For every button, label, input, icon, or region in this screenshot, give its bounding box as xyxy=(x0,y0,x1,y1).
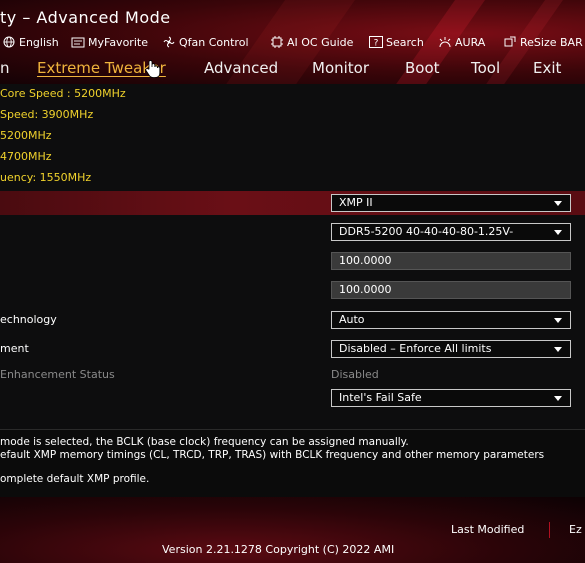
chevron-down-icon xyxy=(554,201,562,206)
toolbar-search-label: Search xyxy=(386,35,424,49)
chevron-down-icon xyxy=(554,230,562,235)
svg-text:?: ? xyxy=(374,39,379,49)
footer-bar: Last Modified Ez Version 2.21.1278 Copyr… xyxy=(0,497,585,563)
header-bar: ty – Advanced Mode English MyFavorite Qf… xyxy=(0,0,585,84)
setting-label: echnology xyxy=(0,313,57,326)
hand-cursor-icon xyxy=(144,59,162,84)
dropdown-value: DDR5-5200 40-40-40-80-1.25V- xyxy=(339,225,514,238)
menu-exit[interactable]: Exit xyxy=(533,59,561,77)
toolbar-qfan[interactable]: Qfan Control xyxy=(162,36,249,49)
help-line-2: efault XMP memory timings (CL, TRCD, TRP… xyxy=(0,449,545,461)
xmp-profile-dropdown[interactable]: DDR5-5200 40-40-40-80-1.25V- xyxy=(331,223,571,241)
toolbar-resize-bar[interactable]: ReSize BAR xyxy=(503,36,583,49)
fan-icon xyxy=(162,36,176,48)
setting-row-bclk-2[interactable]: 100.0000 xyxy=(0,278,585,302)
enhancement-status-value: Disabled xyxy=(331,368,379,381)
toolbar-myfavorite-label: MyFavorite xyxy=(88,35,148,49)
chevron-down-icon xyxy=(554,396,562,401)
setting-row-fail-safe[interactable]: Intel's Fail Safe xyxy=(0,386,585,410)
info-core-speed: Core Speed : 5200MHz xyxy=(0,87,126,100)
setting-row-xmp-profile[interactable]: DDR5-5200 40-40-40-80-1.25V- xyxy=(0,220,585,244)
setting-row-enhancement[interactable]: ment Disabled – Enforce All limits xyxy=(0,337,585,361)
menu-boot[interactable]: Boot xyxy=(405,59,440,77)
dropdown-value: Disabled – Enforce All limits xyxy=(339,342,492,355)
toolbar-resize-bar-label: ReSize BAR xyxy=(520,35,583,49)
help-panel: mode is selected, the BCLK (base clock) … xyxy=(0,429,585,497)
aura-icon xyxy=(438,36,452,48)
help-line-1: mode is selected, the BCLK (base clock) … xyxy=(0,436,409,448)
bclk-frequency-field-2[interactable]: 100.0000 xyxy=(331,281,571,299)
info-line-3: 5200MHz xyxy=(0,129,52,142)
favorite-icon xyxy=(71,36,85,48)
main-menu: n Extreme Tweaker Advanced Monitor Boot … xyxy=(0,59,585,81)
resize-icon xyxy=(503,36,517,48)
setting-row-technology[interactable]: echnology Auto xyxy=(0,308,585,332)
toolbar-ai-oc-guide[interactable]: AI OC Guide xyxy=(270,36,353,49)
technology-dropdown[interactable]: Auto xyxy=(331,311,571,329)
settings-panel: Core Speed : 5200MHz Speed: 3900MHz 5200… xyxy=(0,84,585,429)
setting-label: Enhancement Status xyxy=(0,368,115,381)
menu-main[interactable]: n xyxy=(0,59,10,77)
dropdown-value: XMP II xyxy=(339,196,373,209)
dropdown-value: Intel's Fail Safe xyxy=(339,391,422,404)
toolbar: English MyFavorite Qfan Control AI OC Gu… xyxy=(0,33,585,51)
footer-divider xyxy=(549,522,550,538)
info-speed: Speed: 3900MHz xyxy=(0,108,94,121)
menu-tool[interactable]: Tool xyxy=(471,59,500,77)
enhancement-dropdown[interactable]: Disabled – Enforce All limits xyxy=(331,340,571,358)
ezmode-button[interactable]: Ez xyxy=(569,523,582,536)
help-line-3: omplete default XMP profile. xyxy=(0,473,150,485)
chevron-down-icon xyxy=(554,347,562,352)
setting-label: ment xyxy=(0,342,29,355)
info-line-4: 4700MHz xyxy=(0,150,52,163)
toolbar-qfan-label: Qfan Control xyxy=(179,35,249,49)
ai-icon xyxy=(270,36,284,48)
menu-advanced[interactable]: Advanced xyxy=(204,59,278,77)
ai-overclock-dropdown[interactable]: XMP II xyxy=(331,194,571,212)
dropdown-value: Auto xyxy=(339,313,365,326)
toolbar-myfavorite[interactable]: MyFavorite xyxy=(71,36,148,49)
setting-row-bclk-1[interactable]: 100.0000 xyxy=(0,249,585,273)
setting-row-ai-overclock[interactable]: XMP II xyxy=(0,191,585,215)
toolbar-ai-oc-guide-label: AI OC Guide xyxy=(287,35,354,49)
setting-row-enhancement-status: Enhancement Status Disabled xyxy=(0,363,585,387)
fail-safe-dropdown[interactable]: Intel's Fail Safe xyxy=(331,389,571,407)
last-modified-button[interactable]: Last Modified xyxy=(451,523,524,536)
window-title: ty – Advanced Mode xyxy=(0,8,171,27)
globe-icon xyxy=(2,36,16,48)
info-frequency: uency: 1550MHz xyxy=(0,171,92,184)
toolbar-search[interactable]: ? Search xyxy=(369,36,424,49)
toolbar-aura[interactable]: AURA xyxy=(438,36,485,49)
search-icon: ? xyxy=(369,36,383,49)
menu-monitor[interactable]: Monitor xyxy=(312,59,369,77)
bclk-frequency-field[interactable]: 100.0000 xyxy=(331,252,571,270)
chevron-down-icon xyxy=(554,318,562,323)
toolbar-english[interactable]: English xyxy=(2,36,59,49)
version-text: Version 2.21.1278 Copyright (C) 2022 AMI xyxy=(162,543,395,556)
toolbar-aura-label: AURA xyxy=(455,35,486,49)
toolbar-english-label: English xyxy=(19,35,59,49)
